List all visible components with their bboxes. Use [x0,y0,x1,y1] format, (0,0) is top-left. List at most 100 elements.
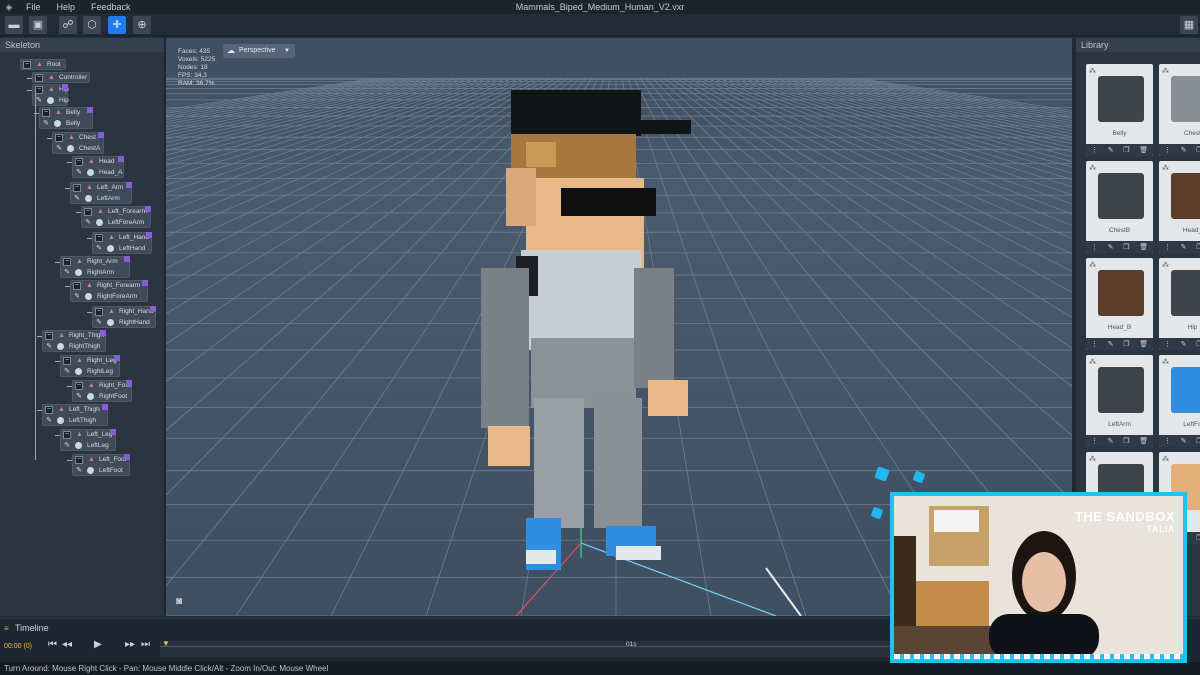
pivot-icon[interactable]: ▲ [68,134,75,141]
edit-icon[interactable]: ✎ [1181,340,1187,348]
visibility-icon[interactable] [107,245,114,252]
edit-icon[interactable]: ✎ [1181,243,1187,251]
pivot-icon[interactable]: ▲ [86,184,93,191]
more-icon[interactable]: ⋮ [1091,146,1098,154]
delete-icon[interactable]: 🗑 [1139,146,1148,154]
edit-icon[interactable]: ✎ [1108,340,1114,348]
visibility-icon[interactable] [87,169,94,176]
skeleton-node-right-thigh[interactable]: − ▲ Right_Thigh ✎ RightThigh [42,330,106,352]
edit-icon[interactable]: ✎ [1108,243,1114,251]
duplicate-icon[interactable]: ❐ [1196,340,1200,348]
library-item[interactable]: ⁂Head_⋮✎❐🗑 [1159,161,1200,253]
more-icon[interactable]: ⋮ [1164,243,1171,251]
skeleton-node-left-foot[interactable]: − ▲ Left_Foot ✎ LeftFoot [72,454,130,476]
skeleton-node-left-forearm[interactable]: − ▲ Left_Forearm ✎ LeftForeArm [81,206,151,228]
pivot-icon[interactable]: ▲ [76,258,83,265]
collapse-toggle-icon[interactable]: − [63,431,71,439]
more-icon[interactable]: ⋮ [1091,437,1098,445]
collapse-toggle-icon[interactable]: − [75,456,83,464]
skeleton-node-belly[interactable]: − ▲ Belly ✎ Belly [39,107,93,129]
skeleton-node-left-hand[interactable]: − ▲ Left_Hand ✎ LeftHand [92,232,152,254]
screenshot-camera-icon[interactable]: ◙ [176,596,190,608]
cube-icon[interactable]: ⬡ [83,16,101,34]
duplicate-icon[interactable]: ❐ [1196,437,1200,445]
edit-icon[interactable]: ✎ [1181,437,1187,445]
pivot-icon[interactable]: ▲ [48,74,55,81]
pivot-icon[interactable]: ▲ [76,357,83,364]
library-item[interactable]: ⁂ LeftArm ⋮ ✎ ❐ 🗑 [1086,355,1153,447]
collapse-toggle-icon[interactable]: − [75,158,83,166]
skeleton-node-left-arm[interactable]: − ▲ Left_Arm ✎ LeftArm [70,182,132,204]
save-icon[interactable]: ▣ [29,16,47,34]
library-item[interactable]: ⁂Hip⋮✎❐🗑 [1159,258,1200,350]
edit-icon[interactable]: ✎ [1108,146,1114,154]
collapse-toggle-icon[interactable]: − [42,109,50,117]
skeleton-node-controller[interactable]: − ▲ Controller [32,72,90,83]
edit-icon[interactable]: ✎ [42,120,50,128]
pivot-icon[interactable]: ▲ [55,109,62,116]
voxel-character[interactable] [481,90,691,570]
edit-icon[interactable]: ✎ [95,245,103,253]
pivot-icon[interactable]: ▲ [108,308,115,315]
pivot-icon[interactable]: ▲ [88,382,95,389]
delete-icon[interactable]: 🗑 [1139,437,1148,445]
more-icon[interactable]: ⋮ [1164,146,1171,154]
edit-icon[interactable]: ✎ [1181,146,1187,154]
collapse-toggle-icon[interactable]: − [45,406,53,414]
pivot-icon[interactable]: ▲ [58,406,65,413]
edit-icon[interactable]: ✎ [63,269,71,277]
skeleton-node-right-leg[interactable]: − ▲ Right_Leg ✎ RightLeg [60,355,120,377]
visibility-icon[interactable] [87,467,94,474]
skip-start-icon[interactable]: ⏮ [48,639,57,650]
visibility-icon[interactable] [57,343,64,350]
collapse-toggle-icon[interactable]: − [35,86,43,94]
pivot-icon[interactable]: ▲ [48,86,55,93]
skeleton-node-left-thigh[interactable]: − ▲ Left_Thigh ✎ LeftThigh [42,404,108,426]
pivot-icon[interactable]: ▲ [36,61,43,68]
library-item[interactable]: ⁂ Belly ⋮ ✎ ❐ 🗑 [1086,64,1153,156]
collapse-toggle-icon[interactable]: − [95,234,103,242]
duplicate-icon[interactable]: ❐ [1123,437,1129,445]
pivot-icon[interactable]: ▲ [58,332,65,339]
visibility-icon[interactable] [87,393,94,400]
visibility-icon[interactable] [75,269,82,276]
edit-icon[interactable]: ✎ [55,145,63,153]
skeleton-node-left-leg[interactable]: − ▲ Left_Leg ✎ LeftLeg [60,429,116,451]
skeleton-node-right-hand[interactable]: − ▲ Right_Hand ✎ RightHand [92,306,156,328]
pivot-icon[interactable]: ▲ [86,282,93,289]
visibility-icon[interactable] [54,120,61,127]
visibility-icon[interactable] [85,293,92,300]
collapse-toggle-icon[interactable]: − [95,308,103,316]
visibility-icon[interactable] [67,145,74,152]
collapse-toggle-icon[interactable]: − [45,332,53,340]
visibility-icon[interactable] [107,319,114,326]
more-icon[interactable]: ⋮ [1164,437,1171,445]
duplicate-icon[interactable]: ❐ [1196,243,1200,251]
edit-icon[interactable]: ✎ [45,343,53,351]
skeleton-node-hip[interactable]: −▲Hip✎Hip [32,84,69,106]
library-item[interactable]: ⁂ ChestB ⋮ ✎ ❐ 🗑 [1086,161,1153,253]
skeleton-node-chest[interactable]: − ▲ Chest ✎ ChestA [52,132,104,154]
visibility-icon[interactable] [75,442,82,449]
folder-icon[interactable]: ▬ [5,16,23,34]
menu-file[interactable]: File [26,2,41,12]
library-icon[interactable]: ▦ [1180,16,1198,34]
collapse-toggle-icon[interactable]: − [84,208,92,216]
more-icon[interactable]: ⋮ [1091,243,1098,251]
skeleton-node-root[interactable]: − ▲ Root [20,59,66,70]
menu-help[interactable]: Help [57,2,76,12]
collapse-toggle-icon[interactable]: − [63,258,71,266]
edit-icon[interactable]: ✎ [75,467,83,475]
duplicate-icon[interactable]: ❐ [1123,146,1129,154]
edit-icon[interactable]: ✎ [73,293,81,301]
collapse-toggle-icon[interactable]: − [75,382,83,390]
pivot-icon[interactable]: ▲ [97,208,104,215]
camera-mode-dropdown[interactable]: ☁ Perspective ▼ [223,44,295,58]
collapse-toggle-icon[interactable]: − [55,134,63,142]
skeleton-icon[interactable]: ☍ [59,16,77,34]
move-icon[interactable]: ✛ [108,16,126,34]
more-icon[interactable]: ⋮ [1164,340,1171,348]
edit-icon[interactable]: ✎ [95,319,103,327]
edit-icon[interactable]: ✎ [45,417,53,425]
edit-icon[interactable]: ✎ [63,442,71,450]
